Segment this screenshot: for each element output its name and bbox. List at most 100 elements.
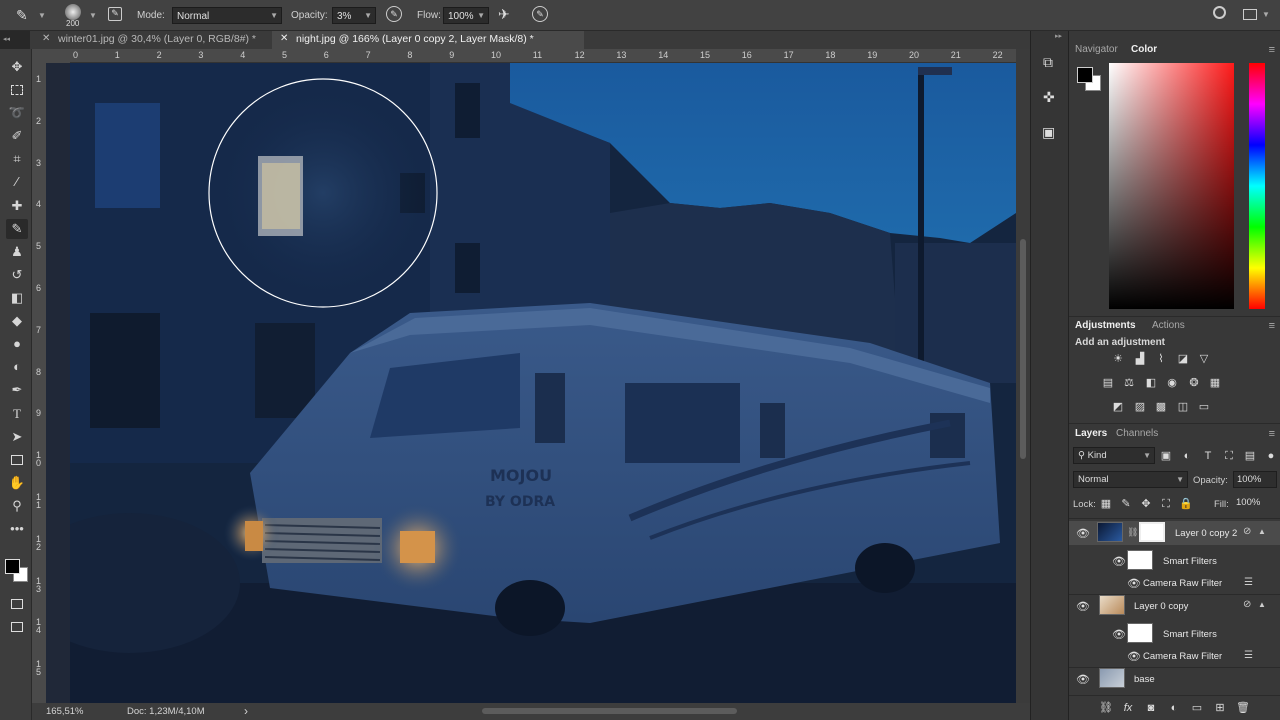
search-icon[interactable] bbox=[1213, 6, 1226, 19]
eye-icon[interactable]: 👁 bbox=[1076, 673, 1090, 686]
curves-icon[interactable]: ⌇ bbox=[1154, 353, 1168, 365]
layer-mask-thumbnail[interactable] bbox=[1139, 522, 1165, 542]
add-mask-icon[interactable]: ◙ bbox=[1144, 702, 1158, 714]
color-field[interactable] bbox=[1109, 63, 1234, 309]
lasso-tool-icon[interactable]: ➰ bbox=[6, 103, 28, 123]
collapse-icon[interactable]: ◂◂ bbox=[3, 35, 10, 43]
photo-filter-icon[interactable]: ◉ bbox=[1165, 377, 1179, 389]
rectangle-tool-icon[interactable] bbox=[6, 450, 28, 470]
close-icon[interactable]: ✕ bbox=[42, 33, 50, 44]
eye-icon[interactable]: 👁 bbox=[1076, 527, 1090, 540]
fill-field[interactable]: 100% bbox=[1233, 495, 1277, 512]
tab-navigator[interactable]: Navigator bbox=[1075, 44, 1118, 55]
invert-icon[interactable]: ◩ bbox=[1111, 401, 1125, 413]
eye-icon[interactable]: 👁 bbox=[1127, 650, 1141, 663]
lock-position-icon[interactable]: ✥ bbox=[1139, 498, 1153, 510]
smart-filters-row[interactable]: 👁 Smart Filters bbox=[1069, 622, 1280, 646]
lock-transparent-icon[interactable]: ▦ bbox=[1099, 498, 1113, 510]
flow-field[interactable]: 100% ▼ bbox=[443, 7, 489, 24]
hand-tool-icon[interactable]: ✋ bbox=[6, 473, 28, 493]
opacity-field[interactable]: 3% ▼ bbox=[332, 7, 376, 24]
panel-menu-icon[interactable]: ≡ bbox=[1269, 320, 1275, 332]
trash-icon[interactable]: 🗑 bbox=[1236, 702, 1250, 714]
chevron-up-icon[interactable]: ▲ bbox=[1258, 527, 1266, 536]
link-layers-icon[interactable]: ⛓ bbox=[1099, 702, 1113, 714]
tab-winter01[interactable]: ✕ winter01.jpg @ 30,4% (Layer 0, RGB/8#)… bbox=[34, 31, 274, 49]
eye-icon[interactable]: 👁 bbox=[1112, 628, 1126, 641]
quick-select-tool-icon[interactable]: ✐ bbox=[6, 126, 28, 146]
type-tool-icon[interactable]: T bbox=[6, 404, 28, 424]
clone-stamp-tool-icon[interactable]: ♟ bbox=[6, 242, 28, 262]
levels-icon[interactable]: ▟ bbox=[1133, 353, 1147, 365]
hue-saturation-icon[interactable]: ▤ bbox=[1101, 377, 1115, 389]
brush-preset-icon[interactable] bbox=[65, 4, 81, 20]
filter-row[interactable]: 👁 Camera Raw Filter ☰ bbox=[1069, 571, 1280, 595]
zoom-tool-icon[interactable]: ⚲ bbox=[6, 496, 28, 516]
link-icon[interactable]: ⛓ bbox=[1127, 527, 1138, 538]
screen-mode-icon[interactable] bbox=[6, 617, 28, 637]
chevron-down-icon[interactable]: ▼ bbox=[1262, 10, 1270, 19]
channel-mixer-icon[interactable]: ❂ bbox=[1187, 377, 1201, 389]
black-white-icon[interactable]: ◧ bbox=[1144, 377, 1158, 389]
status-menu-arrow[interactable]: › bbox=[244, 704, 248, 718]
pen-tool-icon[interactable]: ✒ bbox=[6, 380, 28, 400]
filter-shape-icon[interactable]: ⛶ bbox=[1222, 450, 1236, 462]
filter-type-icon[interactable]: T bbox=[1201, 450, 1215, 462]
filter-row[interactable]: 👁 Camera Raw Filter ☰ bbox=[1069, 644, 1280, 668]
tab-layers[interactable]: Layers bbox=[1075, 428, 1107, 439]
new-group-icon[interactable]: ▭ bbox=[1190, 702, 1204, 714]
tab-color[interactable]: Color bbox=[1131, 44, 1157, 55]
lock-image-icon[interactable]: ✎ bbox=[1119, 498, 1133, 510]
healing-brush-tool-icon[interactable]: ✚ bbox=[6, 196, 28, 216]
threshold-icon[interactable]: ▩ bbox=[1154, 401, 1168, 413]
new-adjustment-icon[interactable]: ◐ bbox=[1167, 702, 1181, 714]
eraser-tool-icon[interactable]: ◧ bbox=[6, 288, 28, 308]
filter-toggle-icon[interactable]: ● bbox=[1264, 450, 1278, 462]
dodge-tool-icon[interactable]: ◐ bbox=[6, 357, 28, 377]
more-tools-icon[interactable]: ••• bbox=[6, 519, 28, 539]
brush-tool-icon[interactable]: ✎ bbox=[6, 219, 28, 239]
selective-color-icon[interactable]: ◫ bbox=[1176, 401, 1190, 413]
layer-row[interactable]: 👁 ⛓ Layer 0 copy 2 ⊘ ▲ bbox=[1069, 521, 1280, 545]
fx-icon[interactable]: fx bbox=[1121, 702, 1135, 714]
brush-tool-icon[interactable]: ✎ bbox=[16, 7, 28, 24]
airbrush-icon[interactable]: ✈ bbox=[498, 6, 510, 23]
tab-channels[interactable]: Channels bbox=[1116, 428, 1158, 439]
panel-menu-icon[interactable]: ≡ bbox=[1269, 428, 1275, 440]
posterize-icon[interactable]: ▨ bbox=[1133, 401, 1147, 413]
pressure-size-icon[interactable]: ✎ bbox=[532, 6, 548, 22]
layer-opacity-field[interactable]: 100% bbox=[1233, 471, 1277, 488]
new-layer-icon[interactable]: ⊞ bbox=[1213, 702, 1227, 714]
brush-presets-panel-icon[interactable]: ✜ bbox=[1043, 89, 1055, 106]
marquee-tool-icon[interactable] bbox=[6, 80, 28, 100]
filter-adjustment-icon[interactable]: ◐ bbox=[1180, 450, 1194, 462]
mode-select[interactable]: Normal ▼ bbox=[172, 7, 282, 24]
exposure-icon[interactable]: ◪ bbox=[1176, 353, 1190, 365]
eye-icon[interactable]: 👁 bbox=[1112, 555, 1126, 568]
workspace-icon[interactable] bbox=[1243, 9, 1257, 20]
pressure-opacity-icon[interactable]: ✎ bbox=[386, 6, 402, 22]
clone-source-panel-icon[interactable]: ▣ bbox=[1042, 124, 1055, 141]
eyedropper-tool-icon[interactable]: ⁄ bbox=[6, 172, 28, 192]
move-tool-icon[interactable]: ✥ bbox=[6, 57, 28, 77]
color-balance-icon[interactable]: ⚖ bbox=[1122, 377, 1136, 389]
eye-icon[interactable]: 👁 bbox=[1076, 600, 1090, 613]
layer-row[interactable]: 👁 base bbox=[1069, 667, 1280, 691]
filter-options-icon[interactable]: ☰ bbox=[1244, 577, 1253, 588]
lock-artboard-icon[interactable]: ⛶ bbox=[1159, 498, 1173, 510]
paint-bucket-tool-icon[interactable]: ◆ bbox=[6, 311, 28, 331]
filter-options-icon[interactable]: ☰ bbox=[1244, 650, 1253, 661]
foreground-color-swatch[interactable] bbox=[1077, 67, 1093, 83]
close-icon[interactable]: ✕ bbox=[280, 33, 288, 44]
eye-icon[interactable]: 👁 bbox=[1127, 577, 1141, 590]
brush-settings-icon[interactable]: ✎ bbox=[108, 7, 122, 21]
tab-adjustments[interactable]: Adjustments bbox=[1075, 320, 1136, 331]
path-select-tool-icon[interactable]: ➤ bbox=[6, 427, 28, 447]
chevron-down-icon[interactable]: ▼ bbox=[38, 11, 46, 20]
layer-row[interactable]: 👁 Layer 0 copy ⊘ ▲ bbox=[1069, 594, 1280, 618]
foreground-color-swatch[interactable] bbox=[5, 559, 20, 574]
filter-smart-icon[interactable]: ▤ bbox=[1243, 450, 1257, 462]
smart-filters-row[interactable]: 👁 Smart Filters bbox=[1069, 549, 1280, 573]
collapse-icon[interactable]: ▸▸ bbox=[1055, 32, 1062, 40]
scrollbar-thumb[interactable] bbox=[1020, 239, 1026, 459]
